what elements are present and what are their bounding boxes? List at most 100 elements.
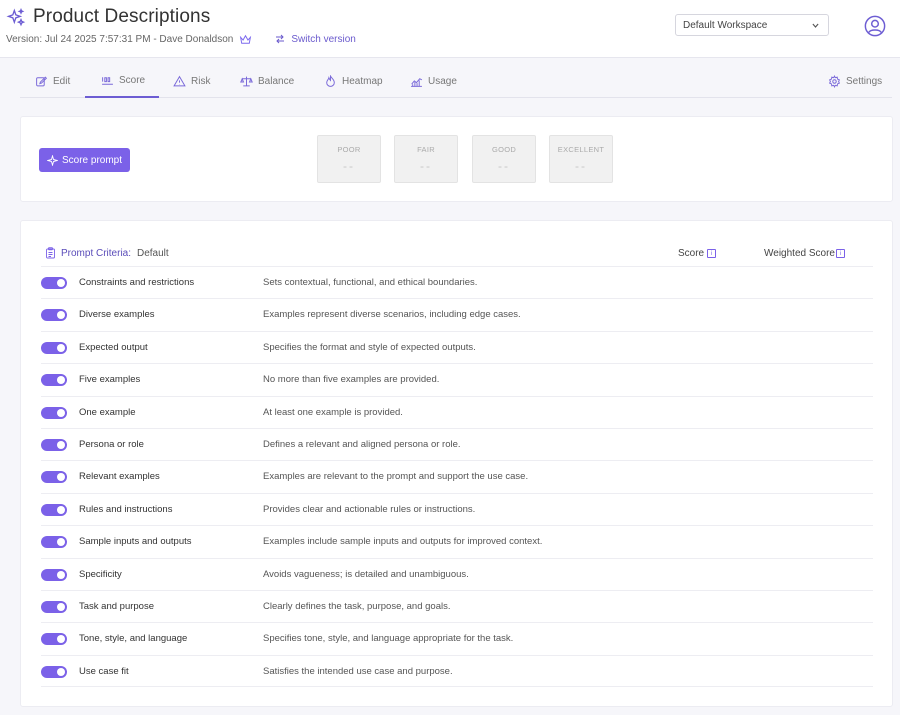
clipboard-icon xyxy=(46,247,55,259)
criteria-description: No more than five examples are provided. xyxy=(263,374,440,386)
criteria-name: Five examples xyxy=(79,374,141,386)
criteria-name: Constraints and restrictions xyxy=(79,277,195,288)
tab-edit[interactable]: Edit xyxy=(32,70,73,98)
criteria-description: Defines a relevant and aligned persona o… xyxy=(263,438,461,450)
chevron-down-icon xyxy=(812,23,819,28)
user-avatar-icon[interactable] xyxy=(864,15,886,37)
score-column-header: Score xyxy=(678,248,705,259)
page-title: Product Descriptions xyxy=(33,6,211,27)
criteria-row: Sample inputs and outputs Examples includ… xyxy=(41,525,873,557)
criteria-description: At least one example is provided. xyxy=(263,406,403,418)
toggle-knob xyxy=(57,667,65,676)
criteria-toggle[interactable] xyxy=(41,600,67,613)
criteria-row: Diverse examples Examples represent diver… xyxy=(41,298,873,330)
criteria-toggle[interactable] xyxy=(41,438,67,451)
warning-icon xyxy=(173,75,186,86)
criteria-description: Satisfies the intended use case and purp… xyxy=(263,665,453,677)
criteria-toggle[interactable] xyxy=(41,341,67,354)
criteria-header: Prompt Criteria: Default Score i Weighte… xyxy=(41,247,873,265)
toggle-knob xyxy=(57,570,65,579)
toggle-knob xyxy=(57,408,65,417)
criteria-row: Task and purpose Clearly defines the task… xyxy=(41,589,873,622)
criteria-row: Rules and instructions Provides clear and… xyxy=(41,492,873,525)
criteria-set-name[interactable]: Default xyxy=(137,248,169,259)
criteria-row: Use case fit Satisfies the intended use c… xyxy=(41,654,873,688)
switch-arrows-icon xyxy=(276,34,285,44)
criteria-title: Prompt Criteria: xyxy=(61,248,132,259)
rating-label: GOOD xyxy=(491,145,517,154)
criteria-name: Expected output xyxy=(79,341,148,353)
criteria-description: Examples are relevant to the prompt and … xyxy=(263,471,529,483)
toggle-knob xyxy=(57,602,65,611)
criteria-name: Persona or role xyxy=(79,438,144,450)
tab-label: Balance xyxy=(258,75,295,87)
crown-icon xyxy=(240,34,252,44)
sparkle-icon xyxy=(46,154,58,166)
rating-poor: POOR -- xyxy=(317,135,381,183)
version-info: Version: Jul 24 2025 7:57:31 PM - Dave D… xyxy=(6,33,356,45)
tab-label: Settings xyxy=(846,75,883,87)
criteria-toggle[interactable] xyxy=(41,568,67,581)
workspace-value: Default Workspace xyxy=(683,20,768,31)
switch-version-label: Switch version xyxy=(291,33,356,45)
toggle-knob xyxy=(57,538,65,547)
heatmap-icon xyxy=(326,74,335,87)
tab-label: Heatmap xyxy=(342,75,383,87)
score-prompt-button[interactable]: Score prompt xyxy=(39,148,130,172)
criteria-toggle[interactable] xyxy=(41,665,67,678)
criteria-row: Relevant examples Examples are relevant t… xyxy=(41,460,873,492)
criteria-name: Task and purpose xyxy=(79,600,154,612)
score-icon xyxy=(102,76,113,85)
switch-version-link[interactable]: Switch version xyxy=(274,33,356,45)
criteria-row: Persona or role Defines a relevant and al… xyxy=(41,427,873,460)
rating-fair: FAIR -- xyxy=(394,135,458,183)
criteria-description: Provides clear and actionable rules or i… xyxy=(263,503,476,515)
rating-label: EXCELLENT xyxy=(557,145,605,154)
criteria-toggle[interactable] xyxy=(41,406,67,419)
toggle-knob xyxy=(57,376,65,385)
toggle-knob xyxy=(57,440,65,449)
tab-balance[interactable]: Balance xyxy=(237,70,297,98)
criteria-toggle[interactable] xyxy=(41,277,67,289)
rating-excellent: EXCELLENT -- xyxy=(549,135,613,183)
toggle-knob xyxy=(57,311,65,320)
criteria-description: Avoids vagueness; is detailed and unambi… xyxy=(263,568,469,580)
rating-good: GOOD -- xyxy=(472,135,536,183)
toggle-knob xyxy=(57,343,65,352)
tab-settings[interactable]: Settings xyxy=(825,70,885,98)
rating-value: -- xyxy=(498,159,510,173)
rating-value: -- xyxy=(343,159,355,173)
info-icon[interactable]: i xyxy=(707,249,716,258)
criteria-toggle[interactable] xyxy=(41,309,67,322)
criteria-toggle[interactable] xyxy=(41,633,67,646)
criteria-row: Expected output Specifies the format and … xyxy=(41,330,873,363)
score-prompt-label: Score prompt xyxy=(61,154,123,166)
tab-score[interactable]: Score xyxy=(85,70,160,98)
scale-icon xyxy=(240,76,253,86)
criteria-description: Clearly defines the task, purpose, and g… xyxy=(263,600,451,612)
criteria-toggle[interactable] xyxy=(41,471,67,484)
score-panel: Score prompt POOR -- FAIR -- GOOD -- EXC… xyxy=(20,116,893,202)
criteria-name: Diverse examples xyxy=(79,309,155,321)
criteria-toggle[interactable] xyxy=(41,536,67,549)
criteria-list: Constraints and restrictions Sets context… xyxy=(41,266,873,688)
criteria-row: One example At least one example is provi… xyxy=(41,395,873,428)
tab-label: Risk xyxy=(191,75,211,87)
tab-heatmap[interactable]: Heatmap xyxy=(321,70,386,98)
criteria-description: Specifies tone, style, and language appr… xyxy=(263,633,514,645)
rating-value: -- xyxy=(420,159,432,173)
toggle-knob xyxy=(57,635,65,644)
criteria-toggle[interactable] xyxy=(41,374,67,387)
criteria-description: Examples include sample inputs and outpu… xyxy=(263,536,543,548)
criteria-toggle[interactable] xyxy=(41,503,67,516)
tab-risk[interactable]: Risk xyxy=(170,70,213,98)
criteria-panel: Prompt Criteria: Default Score i Weighte… xyxy=(20,220,893,707)
criteria-description: Examples represent diverse scenarios, in… xyxy=(263,309,521,321)
workspace-select[interactable]: Default Workspace xyxy=(675,14,829,36)
criteria-name: Sample inputs and outputs xyxy=(79,536,192,548)
tab-usage[interactable]: Usage xyxy=(407,70,460,98)
criteria-row: Tone, style, and language Specifies tone,… xyxy=(41,622,873,654)
version-text: Version: Jul 24 2025 7:57:31 PM - Dave D… xyxy=(6,33,234,45)
criteria-row: Five examples No more than five examples … xyxy=(41,363,873,395)
info-icon[interactable]: i xyxy=(836,249,845,258)
